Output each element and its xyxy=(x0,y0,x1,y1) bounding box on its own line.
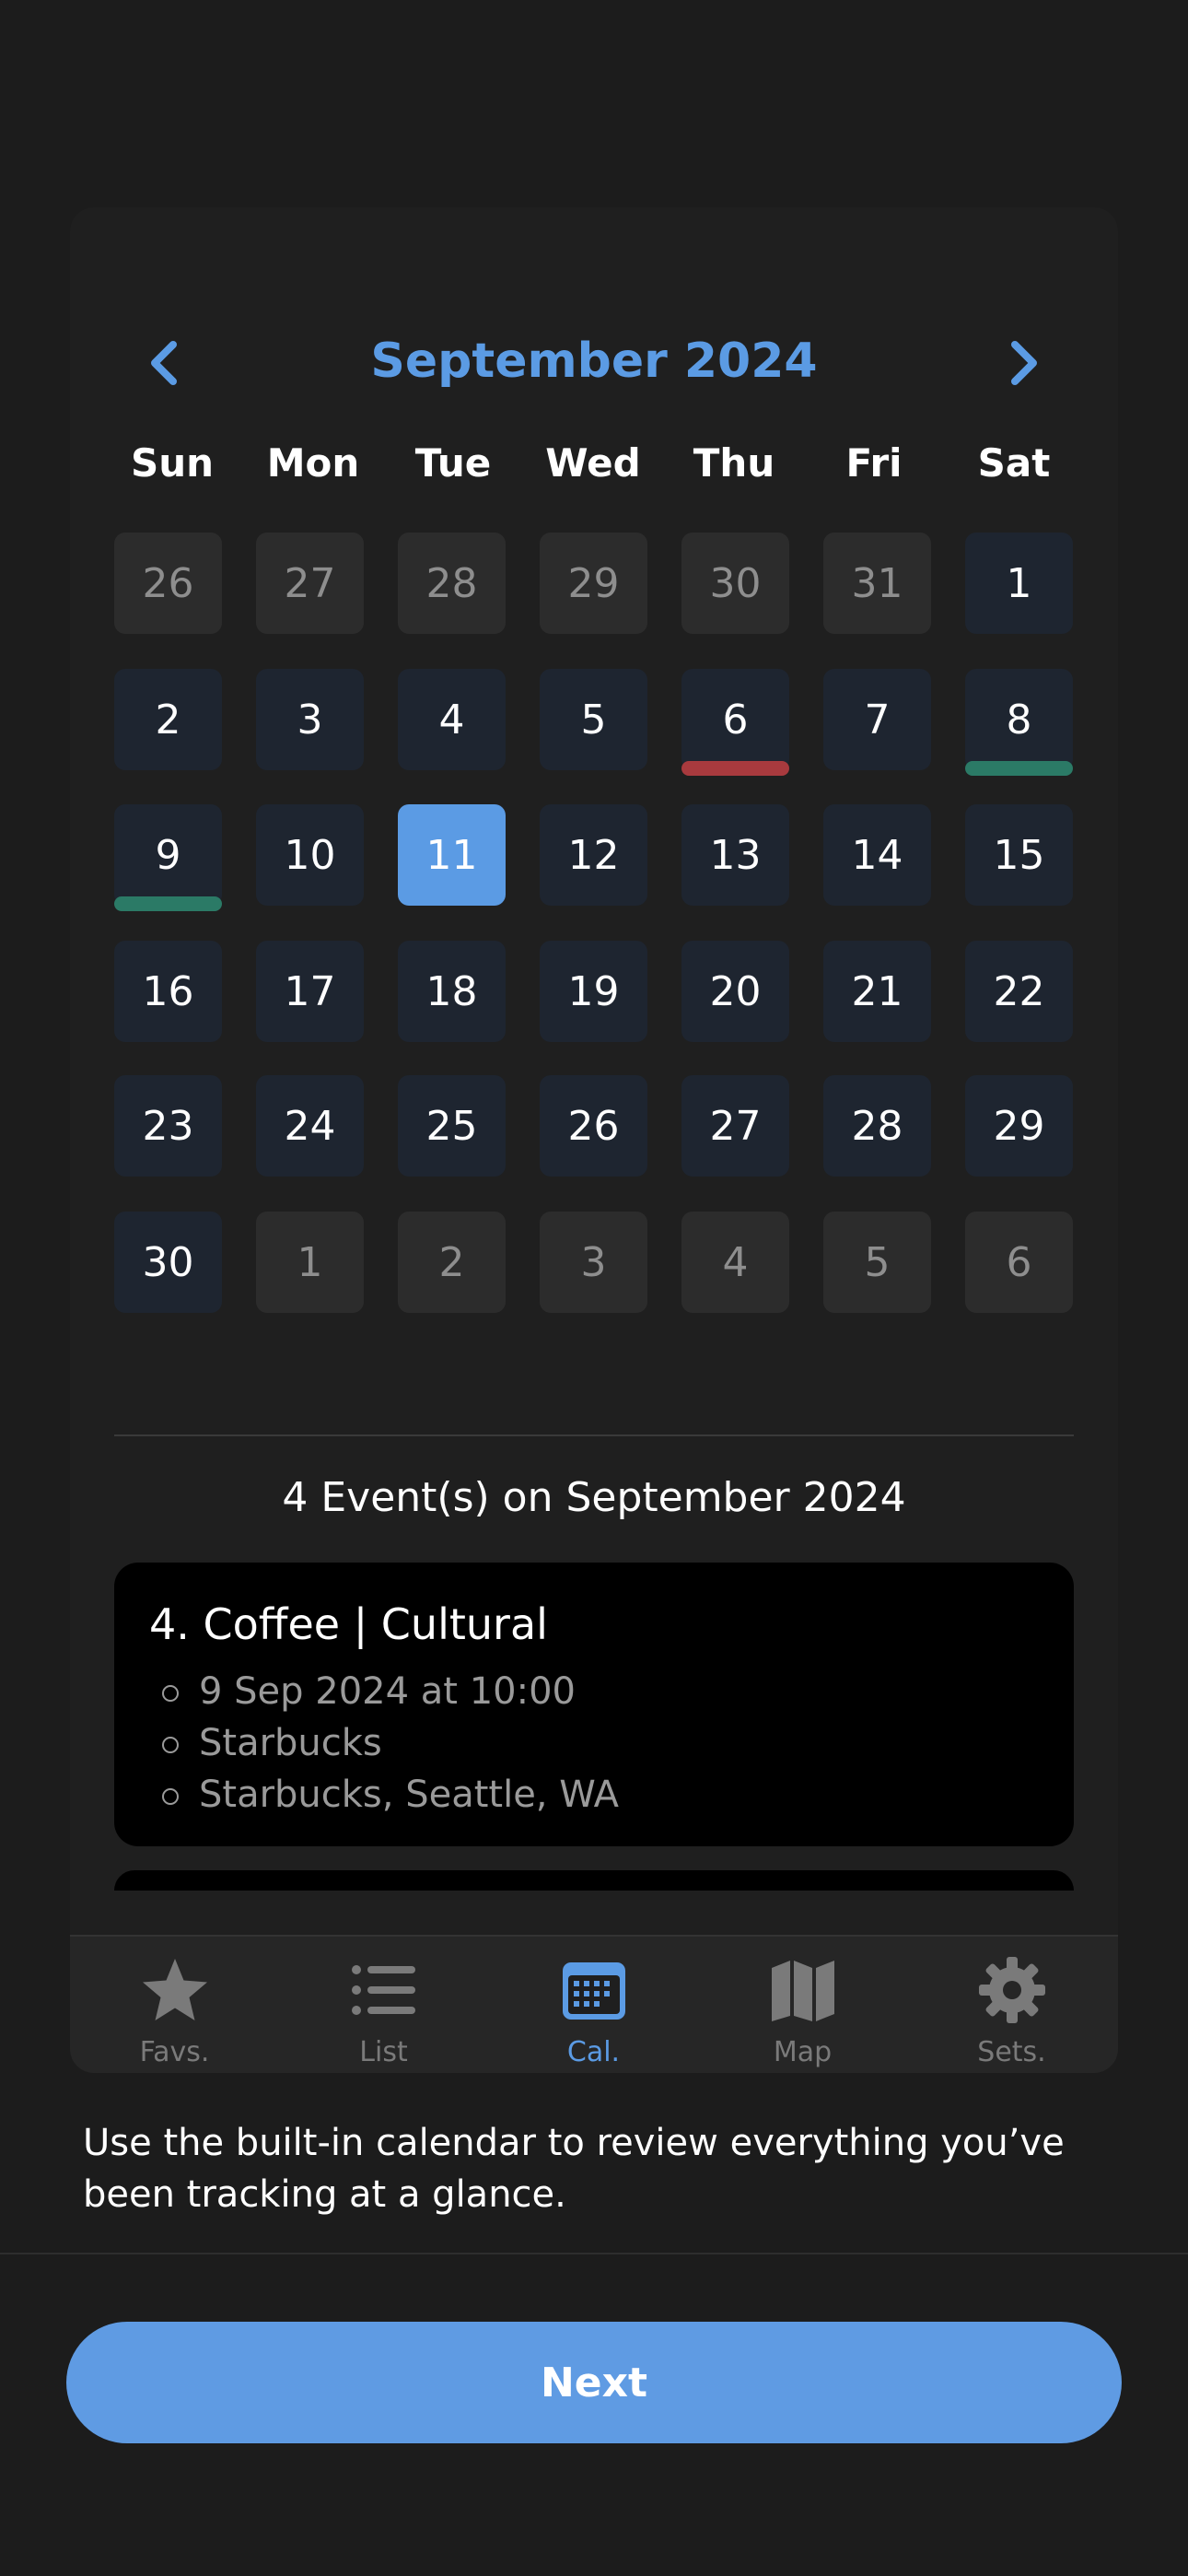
event-venue: Starbucks xyxy=(162,1717,619,1769)
tab-list[interactable]: List xyxy=(279,1937,488,2075)
events-heading: 4 Event(s) on September 2024 xyxy=(282,1474,906,1521)
calendar-day[interactable]: 5 xyxy=(823,1212,931,1313)
calendar-day[interactable]: 1 xyxy=(965,533,1073,634)
calendar-day[interactable]: 2 xyxy=(398,1212,506,1313)
tab-settings[interactable]: Sets. xyxy=(907,1937,1116,2075)
calendar-day[interactable]: 22 xyxy=(965,941,1073,1042)
map-icon xyxy=(768,1955,838,2025)
tab-bar: Favs. List Cal. Map Sets. xyxy=(70,1935,1118,2073)
calendar-day[interactable]: 2 xyxy=(114,669,222,770)
calendar-day[interactable]: 25 xyxy=(398,1075,506,1177)
list-icon xyxy=(349,1955,419,2025)
onboarding-caption: Use the built-in calendar to review ever… xyxy=(83,2122,1065,2216)
calendar-day[interactable]: 7 xyxy=(823,669,931,770)
calendar-day[interactable]: 6 xyxy=(681,669,789,776)
event-address: Starbucks, Seattle, WA xyxy=(162,1769,619,1821)
calendar-day[interactable]: 31 xyxy=(823,533,931,634)
next-button[interactable]: Next xyxy=(66,2322,1122,2443)
calendar-day[interactable]: 9 xyxy=(114,804,222,911)
calendar-day[interactable]: 14 xyxy=(823,804,931,906)
calendar-day[interactable]: 23 xyxy=(114,1075,222,1177)
star-icon xyxy=(140,1955,210,2025)
calendar-day[interactable]: 26 xyxy=(540,1075,647,1177)
calendar-day[interactable]: 24 xyxy=(256,1075,364,1177)
calendar-day[interactable]: 3 xyxy=(540,1212,647,1313)
footer-divider xyxy=(0,2253,1188,2254)
calendar-day[interactable]: 19 xyxy=(540,941,647,1042)
calendar-day[interactable]: 15 xyxy=(965,804,1073,906)
calendar-day[interactable]: 20 xyxy=(681,941,789,1042)
tab-label: List xyxy=(359,2036,408,2068)
tab-map[interactable]: Map xyxy=(698,1937,907,2075)
calendar-icon xyxy=(559,1955,629,2025)
calendar-day[interactable]: 4 xyxy=(681,1212,789,1313)
tab-label: Sets. xyxy=(977,2036,1046,2068)
calendar-day[interactable]: 6 xyxy=(965,1212,1073,1313)
calendar-day[interactable]: 29 xyxy=(540,533,647,634)
calendar-day-selected[interactable]: 11 xyxy=(398,804,506,906)
calendar-day[interactable]: 30 xyxy=(114,1212,222,1313)
calendar-day[interactable]: 5 xyxy=(540,669,647,770)
calendar-day[interactable]: 27 xyxy=(256,533,364,634)
event-indicator xyxy=(681,761,789,776)
tab-favs[interactable]: Favs. xyxy=(70,1937,279,2075)
event-card-next-peek[interactable] xyxy=(114,1870,1074,1891)
calendar-day[interactable]: 17 xyxy=(256,941,364,1042)
onboarding-screen: September 2024 Sun Mon Tue Wed Thu Fri S… xyxy=(0,0,1188,2576)
calendar-day[interactable]: 29 xyxy=(965,1075,1073,1177)
event-title: 4. Coffee | Cultural xyxy=(149,1599,548,1649)
calendar-day[interactable]: 12 xyxy=(540,804,647,906)
gear-icon xyxy=(977,1955,1047,2025)
event-indicator xyxy=(965,761,1073,776)
event-datetime: 9 Sep 2024 at 10:00 xyxy=(162,1666,619,1717)
calendar-day[interactable]: 16 xyxy=(114,941,222,1042)
tab-label: Map xyxy=(773,2036,833,2068)
event-indicator xyxy=(114,896,222,911)
calendar-day[interactable]: 8 xyxy=(965,669,1073,776)
calendar-day[interactable]: 3 xyxy=(256,669,364,770)
calendar-day[interactable]: 1 xyxy=(256,1212,364,1313)
event-card[interactable]: 4. Coffee | Cultural 9 Sep 2024 at 10:00… xyxy=(114,1563,1074,1846)
calendar-day[interactable]: 27 xyxy=(681,1075,789,1177)
calendar-day[interactable]: 28 xyxy=(398,533,506,634)
calendar-day[interactable]: 21 xyxy=(823,941,931,1042)
tab-label: Cal. xyxy=(566,2036,621,2068)
calendar-day-grid: 26 27 28 29 30 31 1 2 3 4 5 6 7 8 9 10 11 12 13 14 15 16 17 18 1… xyxy=(0,0,1188,1336)
calendar-day[interactable]: 10 xyxy=(256,804,364,906)
calendar-day[interactable]: 26 xyxy=(114,533,222,634)
calendar-day[interactable]: 18 xyxy=(398,941,506,1042)
calendar-day[interactable]: 30 xyxy=(681,533,789,634)
section-divider xyxy=(114,1434,1074,1436)
calendar-day[interactable]: 28 xyxy=(823,1075,931,1177)
calendar-day[interactable]: 4 xyxy=(398,669,506,770)
tab-calendar[interactable]: Cal. xyxy=(489,1937,698,2075)
calendar-day[interactable]: 13 xyxy=(681,804,789,906)
tab-label: Favs. xyxy=(139,2036,210,2068)
event-details: 9 Sep 2024 at 10:00 Starbucks Starbucks,… xyxy=(162,1666,619,1821)
